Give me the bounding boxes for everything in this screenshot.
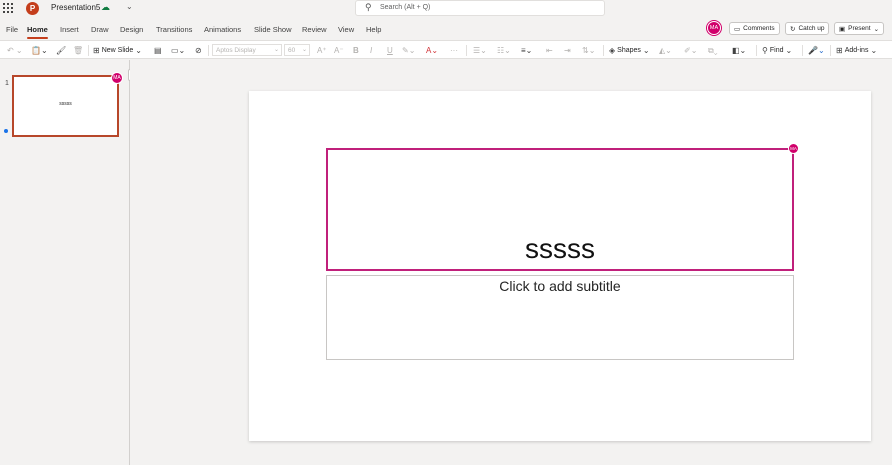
separator (208, 45, 209, 56)
new-slide-icon: ⊞ (93, 46, 100, 55)
add-ins-label: Add-ins (844, 47, 869, 54)
shapes-button[interactable]: ◈ Shapes ⌄ (609, 45, 650, 56)
align-icon[interactable]: ≡⌄ (521, 45, 532, 56)
search-placeholder: Search (Alt + Q) (380, 4, 431, 11)
italic-icon[interactable]: I (370, 45, 372, 56)
thumbnail-title: sssss (59, 101, 72, 107)
bold-icon[interactable]: B (353, 45, 359, 56)
tab-home[interactable]: Home (27, 25, 48, 39)
search-icon: ⚲ (365, 2, 372, 12)
search-box[interactable]: ⚲ Search (Alt + Q) (355, 0, 605, 16)
font-size-value: 60 (288, 46, 296, 54)
document-title[interactable]: Presentation5 (51, 3, 100, 12)
delete-icon[interactable]: 🗑 (73, 45, 83, 56)
tab-help[interactable]: Help (366, 25, 381, 34)
new-slide-label: New Slide (101, 47, 134, 54)
text-direction-icon[interactable]: ⇅⌄ (582, 45, 595, 56)
slide-title: sssss (525, 233, 595, 264)
more-options-icon[interactable]: ··· (450, 45, 458, 56)
layout-icon[interactable]: ▭⌄ (171, 45, 185, 56)
shape-outline-icon[interactable]: ✐⌄ (684, 45, 697, 56)
powerpoint-logo-icon: P (26, 2, 39, 15)
search-icon: ⚲ (762, 46, 768, 55)
hide-slide-icon[interactable]: ⊘ (195, 45, 202, 56)
present-icon: ▣ (839, 25, 846, 33)
tab-transitions[interactable]: Transitions (156, 25, 192, 34)
comment-icon: ▭ (734, 25, 741, 33)
user-avatar[interactable]: MA (707, 21, 721, 35)
chevron-down-icon: ⌄ (642, 46, 650, 55)
chevron-down-icon: ⌄ (870, 46, 878, 55)
separator (756, 45, 757, 56)
separator (802, 45, 803, 56)
slide-thumbnail[interactable]: sssss (12, 75, 119, 137)
font-size-select[interactable]: 60 ⌄ (284, 44, 310, 56)
catch-up-label: Catch up (798, 25, 825, 32)
decrease-font-icon[interactable]: A⁻ (334, 45, 344, 56)
shape-fill-icon[interactable]: ◭⌄ (659, 45, 672, 56)
increase-indent-icon[interactable]: ⇥ (564, 45, 571, 56)
separator (830, 45, 831, 56)
comments-button[interactable]: ▭ Comments (729, 22, 780, 35)
thumbnail-presence-avatar: MA (111, 72, 123, 84)
chevron-down-icon: ⌄ (873, 25, 880, 33)
add-ins-icon: ⊞ (836, 46, 843, 55)
paste-icon[interactable]: 📋⌄ (31, 45, 48, 56)
catch-up-button[interactable]: ↻ Catch up (785, 22, 830, 35)
title-placeholder[interactable]: sssss (326, 148, 794, 271)
tab-draw[interactable]: Draw (91, 25, 109, 34)
find-button[interactable]: ⚲ Find ⌄ (762, 45, 792, 56)
comments-label: Comments (743, 25, 775, 32)
current-slide-indicator (4, 129, 8, 133)
font-name-value: Aptos Display (216, 46, 256, 54)
chevron-down-icon[interactable]: ⌄ (126, 2, 133, 11)
separator (466, 45, 467, 56)
cloud-sync-icon: ☁ (101, 2, 110, 12)
tab-insert[interactable]: Insert (60, 25, 79, 34)
numbering-icon[interactable]: ☷⌄ (497, 45, 511, 56)
increase-font-icon[interactable]: A⁺ (317, 45, 327, 56)
find-label: Find (769, 47, 784, 54)
subtitle-placeholder[interactable]: Click to add subtitle (326, 275, 794, 360)
separator (603, 45, 604, 56)
chevron-down-icon: ⌄ (785, 46, 793, 55)
present-label: Present (848, 25, 871, 32)
tab-design[interactable]: Design (120, 25, 143, 34)
add-ins-button[interactable]: ⊞ Add-ins ⌄ (836, 45, 877, 56)
subtitle-prompt: Click to add subtitle (499, 278, 621, 294)
ribbon-toolbar: ↶ ⌄ 📋⌄ 🖌 🗑 ⊞ New Slide ⌄ ▤ ▭⌄ ⊘ Aptos Di… (0, 40, 892, 59)
decrease-indent-icon[interactable]: ⇤ (546, 45, 553, 56)
separator (88, 45, 89, 56)
designer-icon[interactable]: ◧⌄ (732, 45, 746, 56)
shapes-label: Shapes (617, 47, 641, 54)
title-presence-avatar: MA (788, 143, 799, 154)
tab-slide-show[interactable]: Slide Show (254, 25, 292, 34)
underline-icon[interactable]: U (387, 45, 393, 56)
dictate-icon[interactable]: 🎤⌄ (808, 45, 825, 56)
highlight-icon[interactable]: ✎⌄ (402, 45, 415, 56)
tab-view[interactable]: View (338, 25, 354, 34)
tab-animations[interactable]: Animations (204, 25, 241, 34)
format-painter-icon[interactable]: 🖌 (56, 45, 66, 56)
title-bar: P Presentation5 ☁ ⌄ ⚲ Search (Alt + Q) (0, 0, 892, 19)
undo-icon[interactable]: ↶ ⌄ (7, 45, 23, 56)
chevron-down-icon: ⌄ (301, 47, 307, 53)
reuse-slides-icon[interactable]: ▤ (154, 45, 162, 56)
tab-file[interactable]: File (6, 25, 18, 34)
font-name-select[interactable]: Aptos Display ⌄ (212, 44, 282, 56)
slide-number: 1 (5, 80, 9, 87)
arrange-icon[interactable]: ⧉⌄ (708, 45, 718, 56)
present-button[interactable]: ▣ Present ⌄ (834, 22, 884, 35)
bullets-icon[interactable]: ☰⌄ (473, 45, 487, 56)
new-slide-button[interactable]: ⊞ New Slide ⌄ (93, 45, 142, 56)
chevron-down-icon: ⌄ (273, 47, 279, 53)
tab-review[interactable]: Review (302, 25, 327, 34)
catch-up-icon: ↻ (790, 25, 796, 33)
app-launcher-icon[interactable] (3, 3, 13, 13)
chevron-down-icon: ⌄ (135, 46, 142, 55)
font-color-icon[interactable]: A⌄ (426, 45, 438, 56)
shapes-icon: ◈ (609, 46, 616, 55)
